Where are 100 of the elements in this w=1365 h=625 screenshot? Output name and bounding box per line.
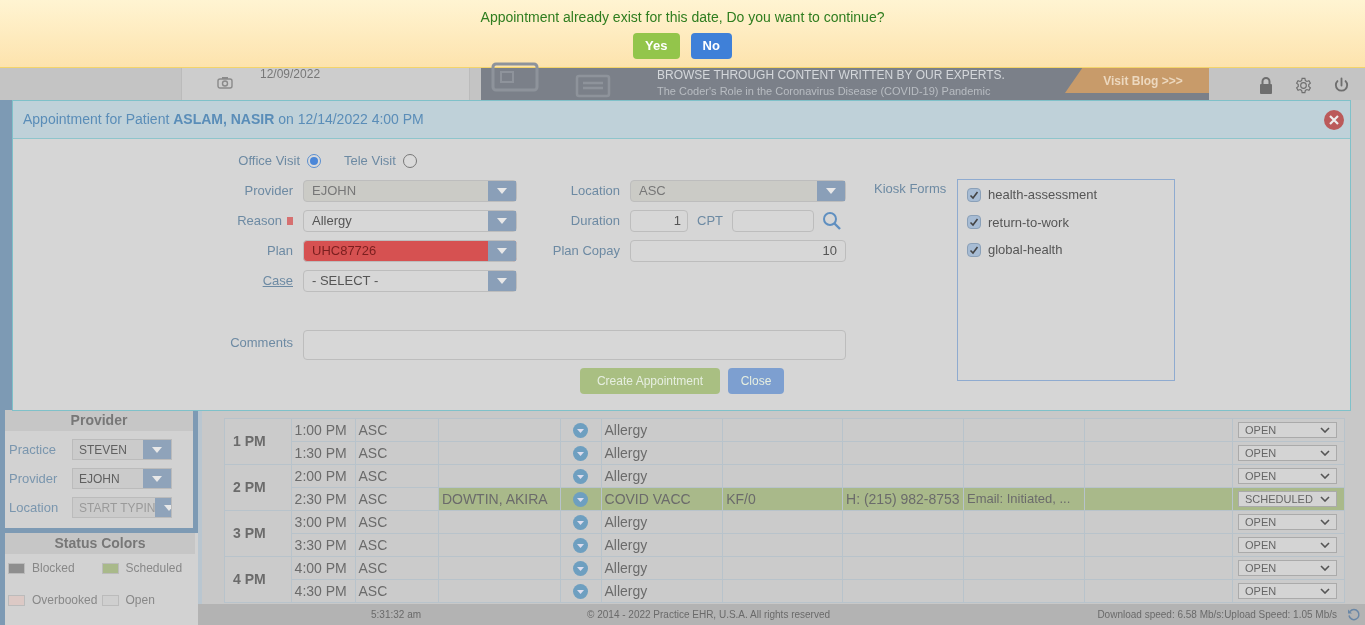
chevron-down-icon xyxy=(1320,588,1330,594)
field-label: Comments xyxy=(229,334,293,352)
dropdown-circle-icon[interactable] xyxy=(573,423,589,439)
radio-label: Office Visit xyxy=(238,152,300,171)
speed-text: Download speed: 6.58 Mb/s:Upload Speed: 1.05 Mb/s xyxy=(1097,608,1337,622)
select-field[interactable]: Allergy xyxy=(303,210,517,232)
dropdown-circle-icon[interactable] xyxy=(573,561,589,577)
status-select[interactable]: OPEN xyxy=(1238,468,1337,484)
reason-cell: Allergy xyxy=(601,579,723,603)
clock-text: 5:31:32 am xyxy=(371,608,422,622)
status-select[interactable]: OPEN xyxy=(1238,537,1337,553)
select-field[interactable]: - SELECT - xyxy=(303,270,517,292)
caret-icon xyxy=(152,475,162,482)
chevron-down-icon xyxy=(1320,519,1330,525)
copyright-text: © 2014 - 2022 Practice EHR, U.S.A. All rights reserved xyxy=(587,608,831,622)
checkbox[interactable] xyxy=(967,187,981,202)
date-text: 12/09/2022 xyxy=(260,66,321,83)
lock-icon[interactable] xyxy=(1258,77,1274,94)
radio-button[interactable] xyxy=(307,154,321,168)
settings-icon[interactable] xyxy=(1295,77,1312,94)
input-field[interactable] xyxy=(732,210,814,232)
dropdown-circle-icon[interactable] xyxy=(573,446,589,462)
legend-label: Overbooked xyxy=(32,592,98,609)
field-label: Kiosk Forms xyxy=(874,180,948,198)
status-select[interactable]: SCHEDULED xyxy=(1238,491,1337,507)
chevron-down-icon xyxy=(1320,565,1330,571)
checkbox-label: global-health xyxy=(988,241,1063,259)
input-field[interactable]: 1 xyxy=(630,210,688,232)
dropdown-circle-icon[interactable] xyxy=(573,538,589,554)
email-cell: Email: Initiated, ... xyxy=(963,487,1085,511)
radio-label: Tele Visit xyxy=(344,152,396,171)
checkbox[interactable] xyxy=(967,215,981,230)
caret-icon xyxy=(497,188,507,194)
dropdown-circle-icon[interactable] xyxy=(573,492,589,508)
dropdown-circle-icon[interactable] xyxy=(573,584,589,600)
phone-cell: H: (215) 982-8753 xyxy=(842,487,964,511)
dropdown-circle-icon[interactable] xyxy=(573,469,589,485)
camera-icon xyxy=(217,76,233,89)
hour-cell: 2 PM xyxy=(224,464,292,511)
legend-label: Scheduled xyxy=(125,560,183,577)
filter-select[interactable]: EJOHN xyxy=(72,468,172,489)
caret-icon xyxy=(497,248,507,254)
status-select[interactable]: OPEN xyxy=(1238,560,1337,576)
hour-cell: 4 PM xyxy=(224,556,292,603)
close-dialog-button[interactable]: Close xyxy=(728,368,784,394)
chevron-down-icon xyxy=(1320,542,1330,548)
panel-title: Status Colors xyxy=(5,533,195,554)
filter-select[interactable]: STEVEN xyxy=(72,439,172,460)
chevron-down-icon xyxy=(1320,450,1330,456)
banner-text: The Coder's Role in the Coronavirus Disease (COVID-19) Pandemic xyxy=(657,85,992,97)
caret-icon xyxy=(152,446,162,453)
hour-cell: 3 PM xyxy=(224,510,292,557)
status-select[interactable]: OPEN xyxy=(1238,422,1337,438)
search-icon[interactable] xyxy=(822,211,842,231)
patient-cell: DOWTIN, AKIRA xyxy=(438,487,561,511)
comments-field[interactable] xyxy=(303,330,846,360)
caret-icon xyxy=(497,278,507,284)
field-label: Plan xyxy=(266,242,293,261)
reason-cell: Allergy xyxy=(601,418,723,442)
field-label: Duration xyxy=(569,212,620,231)
select-field[interactable]: UHC87726 xyxy=(303,240,517,262)
checkbox[interactable] xyxy=(967,242,981,257)
field-link[interactable]: Case xyxy=(262,271,293,291)
close-icon xyxy=(1329,114,1339,125)
location-cell: ASC xyxy=(355,418,439,442)
reason-cell: Allergy xyxy=(601,441,723,465)
reason-cell: Allergy xyxy=(601,533,723,557)
caret-icon xyxy=(826,188,836,194)
select-field[interactable]: ASC xyxy=(630,180,846,202)
checkbox-label: return-to-work xyxy=(988,213,1069,232)
field-label: CPT xyxy=(697,212,723,231)
panel-title: Provider xyxy=(5,410,193,431)
status-select[interactable]: OPEN xyxy=(1238,583,1337,599)
status-select[interactable]: OPEN xyxy=(1238,514,1337,530)
status-select[interactable]: OPEN xyxy=(1238,445,1337,461)
filter-label: Provider xyxy=(9,469,59,488)
input-field[interactable]: 10 xyxy=(630,240,846,262)
dropdown-circle-icon[interactable] xyxy=(573,515,589,531)
field-label: Location xyxy=(569,182,620,201)
no-button[interactable]: No xyxy=(690,33,732,59)
chevron-down-icon xyxy=(1320,427,1330,433)
chevron-down-icon xyxy=(1320,496,1330,502)
caret-icon xyxy=(497,218,507,224)
caret-icon xyxy=(164,504,171,511)
reason-cell: Allergy xyxy=(601,510,723,534)
refresh-icon[interactable] xyxy=(1347,607,1361,622)
reason-cell: Allergy xyxy=(601,556,723,580)
power-icon[interactable] xyxy=(1333,77,1350,94)
chevron-down-icon xyxy=(1320,473,1330,479)
close-button[interactable] xyxy=(1324,109,1344,130)
checkbox-label: health-assessment xyxy=(988,186,1098,204)
table-cell: KF/0 xyxy=(722,487,843,511)
document-icon xyxy=(491,62,539,92)
radio-button[interactable] xyxy=(402,154,417,168)
banner-heading: BROWSE THROUGH CONTENT WRITTEN BY OUR EXPERTS. xyxy=(657,69,1005,81)
field-label: Plan Copay xyxy=(551,242,620,261)
filter-label: Practice xyxy=(9,440,57,459)
field-label: Reason xyxy=(237,212,282,231)
alert-message: Appointment already exist for this date, Do you want to continue? xyxy=(480,8,885,27)
time-cell: 1:00 PM xyxy=(291,418,356,442)
